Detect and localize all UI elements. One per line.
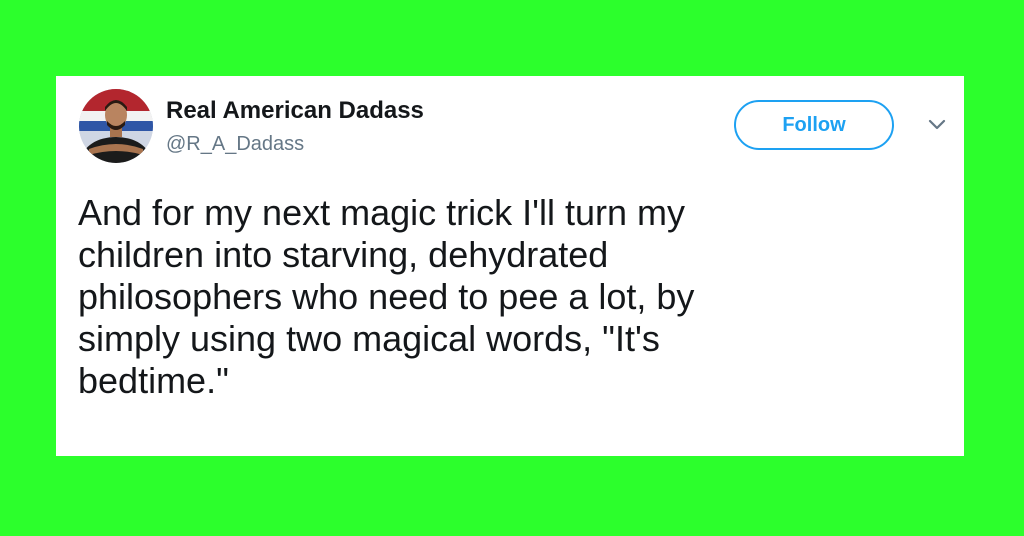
tweet-text: And for my next magic trick I'll turn my… bbox=[78, 192, 695, 401]
author-display-name[interactable]: Real American Dadass bbox=[166, 97, 424, 125]
tweet-card: Real American Dadass @R_A_Dadass Follow … bbox=[56, 76, 964, 456]
avatar-photo-icon bbox=[79, 89, 153, 163]
avatar[interactable] bbox=[79, 89, 153, 163]
author-handle[interactable]: @R_A_Dadass bbox=[166, 133, 304, 156]
follow-button[interactable]: Follow bbox=[734, 100, 894, 150]
chevron-down-icon[interactable] bbox=[928, 119, 946, 131]
